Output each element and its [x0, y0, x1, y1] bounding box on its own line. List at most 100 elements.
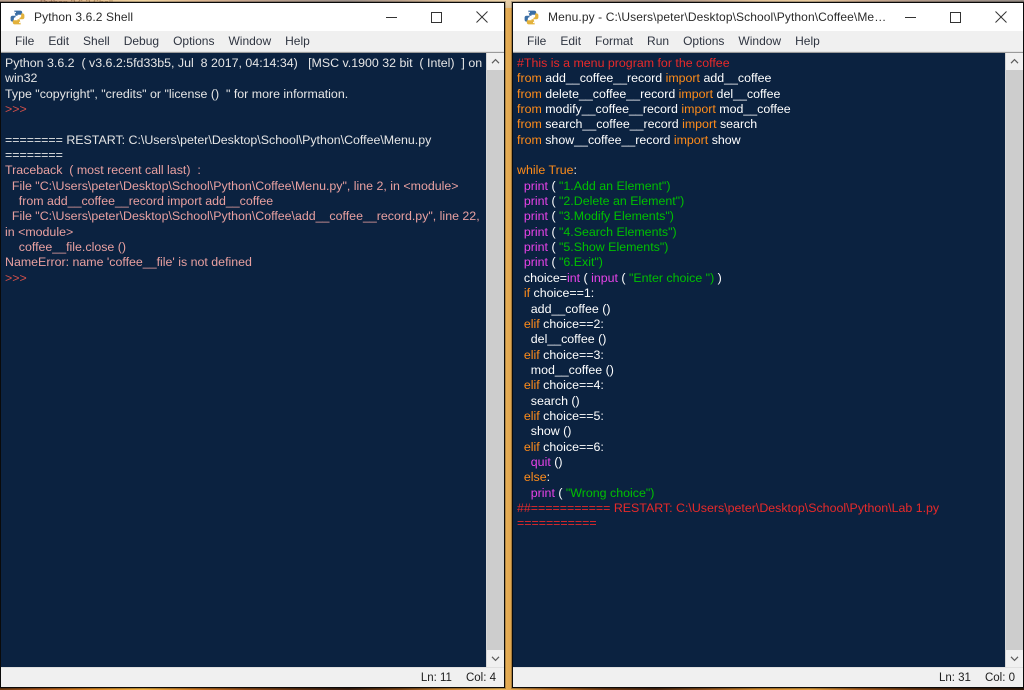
code-token: "Enter choice ") — [629, 271, 714, 285]
minimize-icon[interactable] — [369, 3, 414, 31]
code-token: while — [517, 163, 545, 177]
code-line: from search__coffee__record import searc… — [517, 117, 1005, 132]
code-token: elif — [524, 440, 540, 454]
shell-menu-options[interactable]: Options — [166, 33, 221, 50]
python-shell-window[interactable]: Python 3.6.2 Shell File Edit Shell Debug… — [0, 2, 505, 688]
editor-menu-window[interactable]: Window — [731, 33, 788, 50]
code-line: if choice==1: — [517, 286, 1005, 301]
code-line: print ( "3.Modify Elements") — [517, 209, 1005, 224]
code-token: ) — [714, 271, 722, 285]
code-token: coffee__file.close () — [5, 240, 126, 254]
code-token: import — [679, 87, 713, 101]
code-line: ##=========== RESTART: C:\Users\peter\De… — [517, 501, 1005, 532]
code-token: choice==5: — [540, 409, 604, 423]
code-token: show — [708, 133, 740, 147]
code-token: File "C:\Users\peter\Desktop\School\Pyth… — [5, 179, 459, 193]
chevron-up-icon[interactable] — [487, 53, 504, 70]
code-line: NameError: name 'coffee__file' is not de… — [5, 255, 486, 270]
editor-menu-run[interactable]: Run — [640, 33, 676, 50]
code-token: add__coffee — [700, 71, 771, 85]
editor-window-title: Menu.py - C:\Users\peter\Desktop\School\… — [548, 10, 888, 24]
editor-menu-edit[interactable]: Edit — [553, 33, 588, 50]
code-token: delete__coffee__record — [542, 87, 679, 101]
python-editor-window[interactable]: Menu.py - C:\Users\peter\Desktop\School\… — [512, 2, 1024, 688]
code-token: print — [524, 240, 548, 254]
shell-menu-edit[interactable]: Edit — [41, 33, 76, 50]
code-token: ( — [580, 271, 591, 285]
code-token: ( — [555, 486, 566, 500]
code-token: choice==6: — [540, 440, 604, 454]
code-token: ( — [548, 209, 559, 223]
code-token: ##=========== RESTART: C:\Users\peter\De… — [517, 501, 943, 530]
editor-menu-format[interactable]: Format — [588, 33, 640, 50]
editor-menu-help[interactable]: Help — [788, 33, 827, 50]
shell-menubar[interactable]: File Edit Shell Debug Options Window Hel… — [1, 31, 504, 52]
shell-window-title: Python 3.6.2 Shell — [34, 10, 369, 24]
code-line: File "C:\Users\peter\Desktop\School\Pyth… — [5, 209, 486, 240]
close-icon[interactable] — [459, 3, 504, 31]
code-token: True — [548, 163, 573, 177]
maximize-icon[interactable] — [414, 3, 459, 31]
code-line: elif choice==5: — [517, 409, 1005, 424]
code-token: >>> — [5, 102, 27, 116]
code-line: Python 3.6.2 ( v3.6.2:5fd33b5, Jul 8 201… — [5, 56, 486, 87]
code-token: "Wrong choice") — [566, 486, 654, 500]
code-token — [517, 194, 524, 208]
code-token: show__coffee__record — [542, 133, 674, 147]
code-line: print ( "6.Exit") — [517, 255, 1005, 270]
shell-window-controls — [369, 3, 504, 31]
code-token: "4.Search Elements") — [559, 225, 677, 239]
code-token — [517, 225, 524, 239]
code-token: choice==1: — [530, 286, 594, 300]
editor-titlebar[interactable]: Menu.py - C:\Users\peter\Desktop\School\… — [513, 3, 1023, 31]
code-line: File "C:\Users\peter\Desktop\School\Pyth… — [5, 179, 486, 194]
shell-titlebar[interactable]: Python 3.6.2 Shell — [1, 3, 504, 31]
code-token — [517, 286, 524, 300]
shell-scrollbar-thumb[interactable] — [487, 70, 504, 650]
code-token: import — [682, 117, 716, 131]
code-token — [517, 440, 524, 454]
code-token: search__coffee__record — [542, 117, 682, 131]
code-line: print ( "Wrong choice") — [517, 486, 1005, 501]
editor-line-indicator: Ln: 31 — [939, 672, 971, 684]
shell-vertical-scrollbar[interactable] — [486, 53, 504, 667]
editor-source-code[interactable]: #This is a menu program for the coffeefr… — [513, 53, 1005, 667]
code-token: ( — [548, 225, 559, 239]
code-line: >>> — [5, 271, 486, 286]
editor-menu-file[interactable]: File — [520, 33, 553, 50]
code-line: add__coffee () — [517, 302, 1005, 317]
code-line: del__coffee () — [517, 332, 1005, 347]
shell-menu-debug[interactable]: Debug — [117, 33, 166, 50]
code-line: choice=int ( input ( "Enter choice ") ) — [517, 271, 1005, 286]
code-token: mod__coffee () — [517, 363, 614, 377]
editor-scrollbar-thumb[interactable] — [1006, 70, 1023, 650]
code-line: elif choice==3: — [517, 348, 1005, 363]
code-token: ( — [548, 179, 559, 193]
shell-menu-shell[interactable]: Shell — [76, 33, 117, 50]
code-token: "6.Exit") — [559, 255, 603, 269]
code-line: elif choice==4: — [517, 378, 1005, 393]
minimize-icon[interactable] — [888, 3, 933, 31]
chevron-up-icon[interactable] — [1006, 53, 1023, 70]
code-token: "3.Modify Elements") — [559, 209, 674, 223]
editor-menubar[interactable]: File Edit Format Run Options Window Help — [513, 31, 1023, 52]
shell-output-text[interactable]: Python 3.6.2 ( v3.6.2:5fd33b5, Jul 8 201… — [1, 53, 486, 667]
editor-menu-options[interactable]: Options — [676, 33, 731, 50]
shell-menu-help[interactable]: Help — [278, 33, 317, 50]
chevron-down-icon[interactable] — [1006, 650, 1023, 667]
close-icon[interactable] — [978, 3, 1023, 31]
maximize-icon[interactable] — [933, 3, 978, 31]
editor-vertical-scrollbar[interactable] — [1005, 53, 1023, 667]
chevron-down-icon[interactable] — [487, 650, 504, 667]
code-token: int — [567, 271, 580, 285]
shell-menu-file[interactable]: File — [8, 33, 41, 50]
code-token — [517, 179, 524, 193]
code-token: print — [524, 255, 548, 269]
code-token — [517, 409, 524, 423]
shell-menu-window[interactable]: Window — [221, 33, 278, 50]
code-token: add__coffee () — [517, 302, 610, 316]
code-line: from delete__coffee__record import del__… — [517, 87, 1005, 102]
code-token: else — [524, 470, 547, 484]
code-line: mod__coffee () — [517, 363, 1005, 378]
code-token — [517, 348, 524, 362]
